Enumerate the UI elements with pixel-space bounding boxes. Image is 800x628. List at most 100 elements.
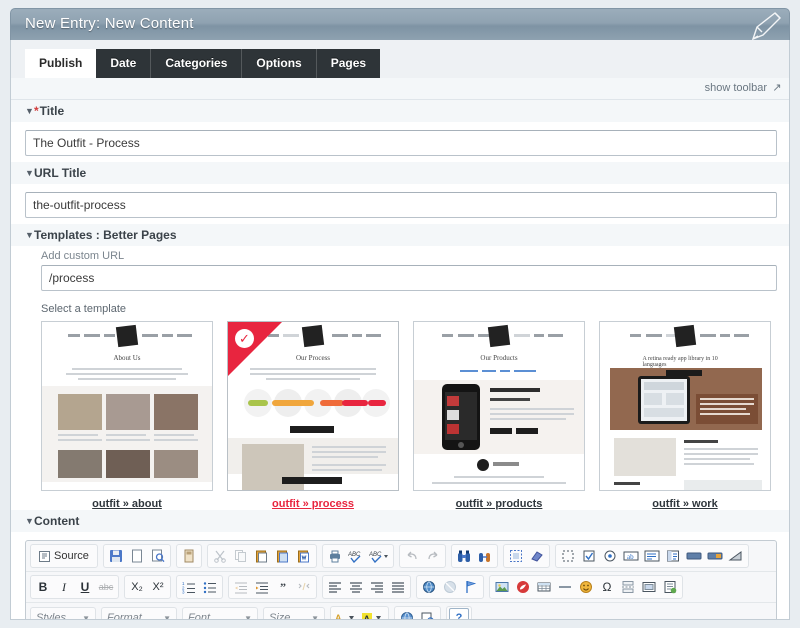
align-justify-icon[interactable] [388,577,408,597]
bold-icon[interactable]: B [33,577,53,597]
undo-arrow-icon[interactable] [402,546,422,566]
preview-icon[interactable] [148,546,168,566]
template-thumbnail-process[interactable]: ✓ Our Process [227,321,399,491]
strikethrough-icon[interactable]: abc [96,577,116,597]
url-title-input[interactable] [25,192,777,218]
template-caption-about[interactable]: outfit » about [41,498,213,510]
text-field-icon[interactable]: ab [621,546,641,566]
new-page-icon[interactable] [127,546,147,566]
field-title-header[interactable]: ▼*Title [11,100,790,122]
field-content-header[interactable]: ▼Content [11,510,790,532]
printer-icon[interactable] [325,546,345,566]
eraser-icon[interactable] [527,546,547,566]
font-select[interactable]: Font▼ [182,607,258,620]
binoculars-icon[interactable] [454,546,474,566]
textarea-icon[interactable] [642,546,662,566]
abc-check-icon[interactable]: ABC [346,546,366,566]
underline-icon[interactable]: U [75,577,95,597]
image-button-icon[interactable] [705,546,725,566]
floppy-disk-icon[interactable] [106,546,126,566]
field-templates-header[interactable]: ▼Templates : Better Pages [11,224,790,246]
template-option-work[interactable]: A retina ready app library in 10 languag… [599,321,771,510]
template-option-products[interactable]: Our Products [413,321,585,510]
styles-select[interactable]: Styles▼ [30,607,96,620]
field-url-title-header[interactable]: ▼URL Title [11,162,790,184]
paste-icon[interactable] [252,546,272,566]
create-div-icon[interactable] [294,577,314,597]
align-center-icon[interactable] [346,577,366,597]
tab-pages[interactable]: Pages [317,49,380,78]
indent-icon[interactable] [252,577,272,597]
text-color-icon[interactable]: A [333,608,359,620]
template-thumbnail-about[interactable]: About Us [41,321,213,491]
size-select[interactable]: Size▼ [263,607,325,620]
bulleted-list-icon[interactable] [200,577,220,597]
templates-icon[interactable] [179,546,199,566]
flash-icon[interactable] [513,577,533,597]
editor-group-file [103,544,171,568]
align-left-icon[interactable] [325,577,345,597]
replace-icon[interactable] [475,546,495,566]
insert-field-icon[interactable] [660,577,680,597]
smiley-icon[interactable] [576,577,596,597]
table-icon[interactable] [534,577,554,597]
page-break-icon[interactable] [618,577,638,597]
checkbox-icon[interactable] [579,546,599,566]
unlink-icon[interactable] [440,577,460,597]
scissors-icon[interactable] [210,546,230,566]
radio-button-icon[interactable] [600,546,620,566]
template-option-about[interactable]: About Us [41,321,213,510]
copy-icon[interactable] [231,546,251,566]
globe-icon[interactable] [397,608,417,620]
template-thumbnail-products[interactable]: Our Products [413,321,585,491]
chevron-down-icon[interactable]: ▼ [25,230,34,240]
paste-word-icon[interactable] [294,546,314,566]
horizontal-rule-icon[interactable] [555,577,575,597]
quote-icon[interactable]: ” [273,577,293,597]
form-button-icon[interactable] [684,546,704,566]
show-toolbar-link[interactable]: show toolbar [705,82,767,94]
custom-url-input[interactable] [41,265,777,291]
expand-arrow-icon[interactable]: ↗ [771,82,783,94]
select-all-icon[interactable] [506,546,526,566]
redo-arrow-icon[interactable] [423,546,443,566]
brand-mark [476,458,524,472]
image-icon[interactable] [492,577,512,597]
align-right-icon[interactable] [367,577,387,597]
publish-form-panel: show toolbar ↗ ▼*Title ▼URL Title ▼Templ… [10,78,790,620]
subscript-icon[interactable]: X₂ [127,577,147,597]
background-color-icon[interactable]: A [360,608,386,620]
select-field-icon[interactable] [663,546,683,566]
template-caption-work[interactable]: outfit » work [599,498,771,510]
tab-categories[interactable]: Categories [151,49,242,78]
template-thumbnail-work[interactable]: A retina ready app library in 10 languag… [599,321,771,491]
hidden-field-icon[interactable] [726,546,746,566]
dotted-box-icon[interactable] [558,546,578,566]
paste-text-icon[interactable] [273,546,293,566]
tab-date[interactable]: Date [96,49,151,78]
numbered-list-icon[interactable]: 123 [179,577,199,597]
abc-check-dropdown-icon[interactable]: ABC [367,546,391,566]
chevron-down-icon[interactable]: ▼ [25,516,34,526]
help-icon[interactable]: ? [449,608,469,620]
select-template-label: Select a template [41,303,777,315]
template-option-process[interactable]: ✓ Our Process [227,321,399,510]
outdent-icon[interactable] [231,577,251,597]
template-caption-products[interactable]: outfit » products [413,498,585,510]
tab-publish[interactable]: Publish [25,49,96,78]
title-input[interactable] [25,130,777,156]
source-button[interactable]: Source [33,546,95,566]
globe-link-icon[interactable] [419,577,439,597]
iframe-icon[interactable] [639,577,659,597]
maximize-icon[interactable] [418,608,438,620]
italic-icon[interactable]: I [54,577,74,597]
tab-options[interactable]: Options [242,49,316,78]
superscript-icon[interactable]: X² [148,577,168,597]
omega-icon[interactable]: Ω [597,577,617,597]
template-caption-process[interactable]: outfit » process [227,498,399,510]
chevron-down-icon[interactable]: ▼ [25,106,34,116]
flag-anchor-icon[interactable] [461,577,481,597]
chevron-down-icon[interactable]: ▼ [25,168,34,178]
template-thumbnail-list: About Us [33,321,777,510]
format-select[interactable]: Format▼ [101,607,177,620]
